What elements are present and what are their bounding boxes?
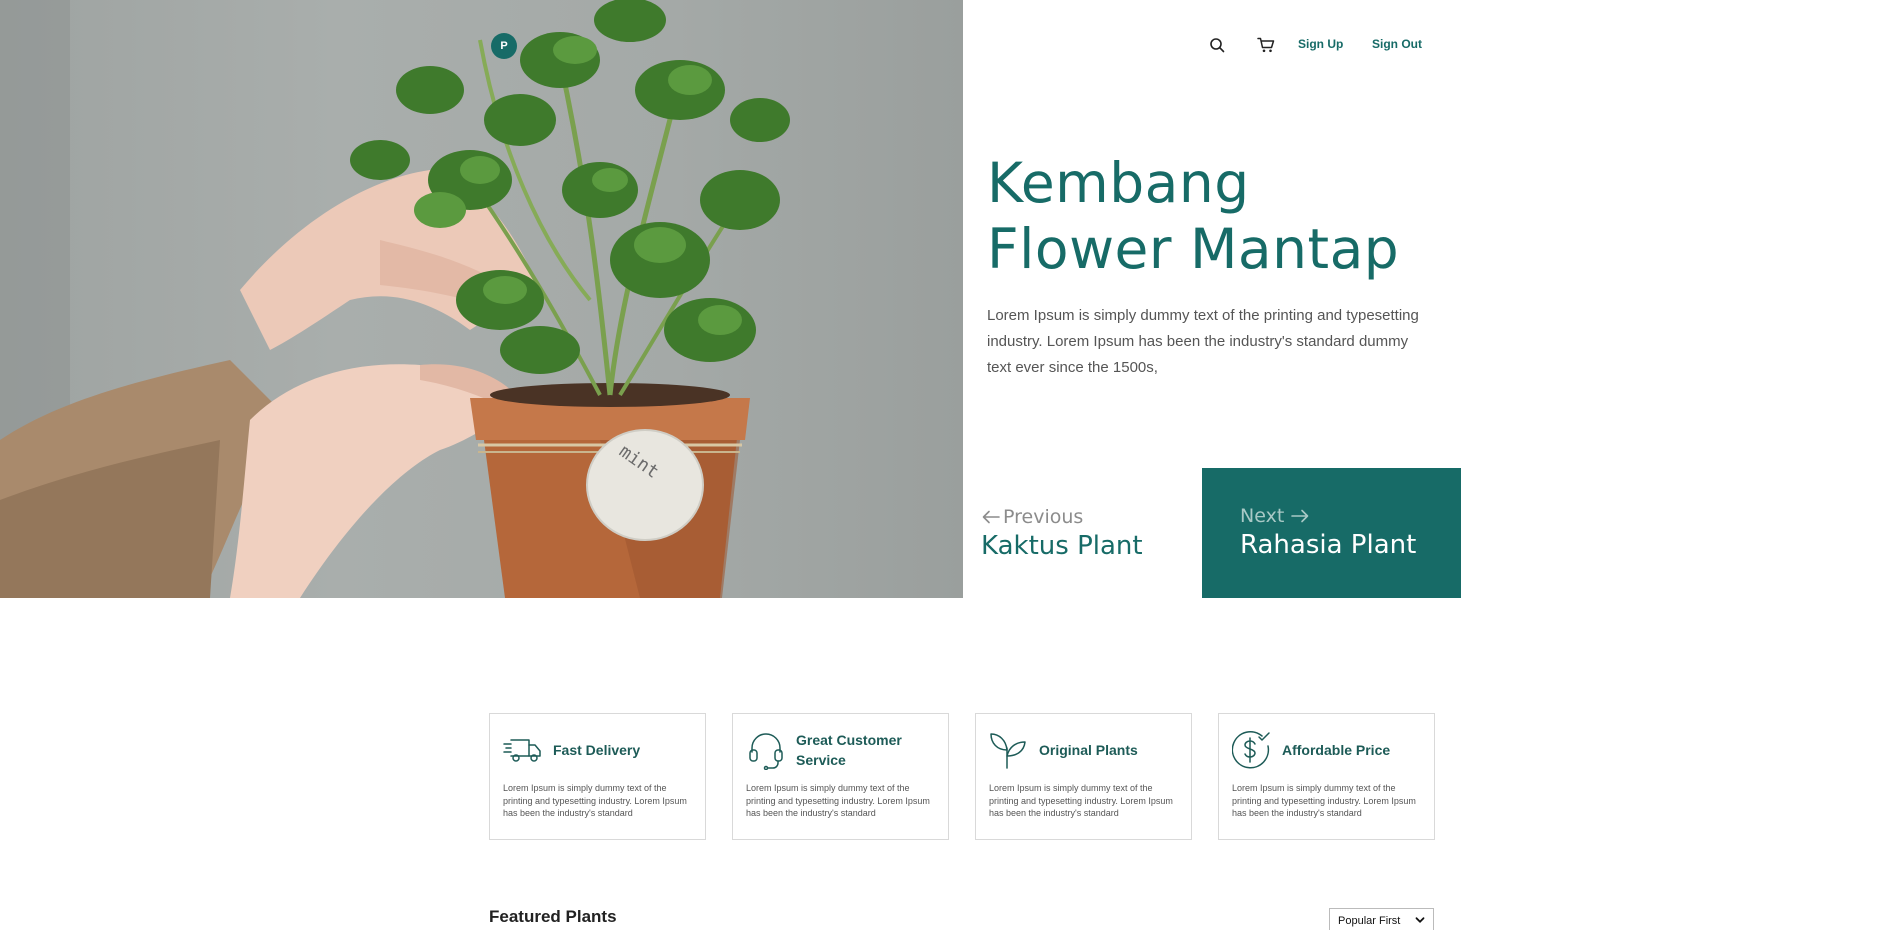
feature-title: Original Plants [1039, 742, 1138, 758]
next-label: Next [1240, 505, 1285, 527]
hero-title: Kembang Flower Mantap [987, 150, 1447, 282]
feature-card: Fast Delivery Lorem Ipsum is simply dumm… [489, 713, 706, 840]
arrow-left-icon [981, 505, 1001, 529]
previous-kicker: Previous [981, 505, 1143, 529]
feature-description: Lorem Ipsum is simply dummy text of the … [1232, 783, 1416, 818]
feature-description: Lorem Ipsum is simply dummy text of the … [503, 783, 687, 818]
feature-title: Great Customer Service [796, 732, 902, 768]
feature-description: Lorem Ipsum is simply dummy text of the … [746, 783, 930, 818]
hero-description: Lorem Ipsum is simply dummy text of the … [987, 307, 1419, 376]
feature-card: Great Customer Service Lorem Ipsum is si… [732, 713, 949, 840]
plant-photo: mint [0, 0, 790, 598]
hero-image: mint P [0, 0, 963, 598]
sort-select[interactable]: Popular First [1329, 908, 1434, 930]
search-icon[interactable] [1206, 34, 1228, 56]
previous-plant-name: Kaktus Plant [981, 531, 1143, 561]
truck-icon [503, 730, 543, 770]
next-plant-name: Rahasia Plant [1240, 530, 1417, 560]
next-plant-button[interactable]: Next Rahasia Plant [1202, 468, 1461, 598]
feature-description: Lorem Ipsum is simply dummy text of the … [989, 783, 1173, 818]
hero-title-line2: Flower Mantap [987, 217, 1400, 281]
cart-icon[interactable] [1255, 34, 1277, 56]
sort-select-value: Popular First [1338, 915, 1401, 927]
sign-up-link[interactable]: Sign Up [1298, 37, 1343, 51]
feature-title: Fast Delivery [553, 742, 641, 758]
featured-plants-title: Featured Plants [489, 907, 617, 926]
hero-title-line1: Kembang [987, 151, 1250, 215]
logo[interactable]: P [491, 33, 517, 59]
sign-out-link[interactable]: Sign Out [1372, 37, 1422, 51]
feature-card: Affordable Price Lorem Ipsum is simply d… [1218, 713, 1435, 840]
previous-label: Previous [1003, 506, 1084, 528]
feature-title: Affordable Price [1282, 742, 1391, 758]
headset-icon [746, 730, 786, 770]
next-kicker: Next [1240, 504, 1461, 528]
features-row: Fast Delivery Lorem Ipsum is simply dumm… [489, 713, 1435, 840]
feature-card: Original Plants Lorem Ipsum is simply du… [975, 713, 1192, 840]
arrow-right-icon [1290, 504, 1310, 528]
previous-plant-button[interactable]: Previous Kaktus Plant [981, 505, 1143, 561]
dollar-check-icon [1232, 730, 1272, 770]
sprout-icon [989, 730, 1029, 770]
chevron-down-icon [1415, 915, 1425, 928]
